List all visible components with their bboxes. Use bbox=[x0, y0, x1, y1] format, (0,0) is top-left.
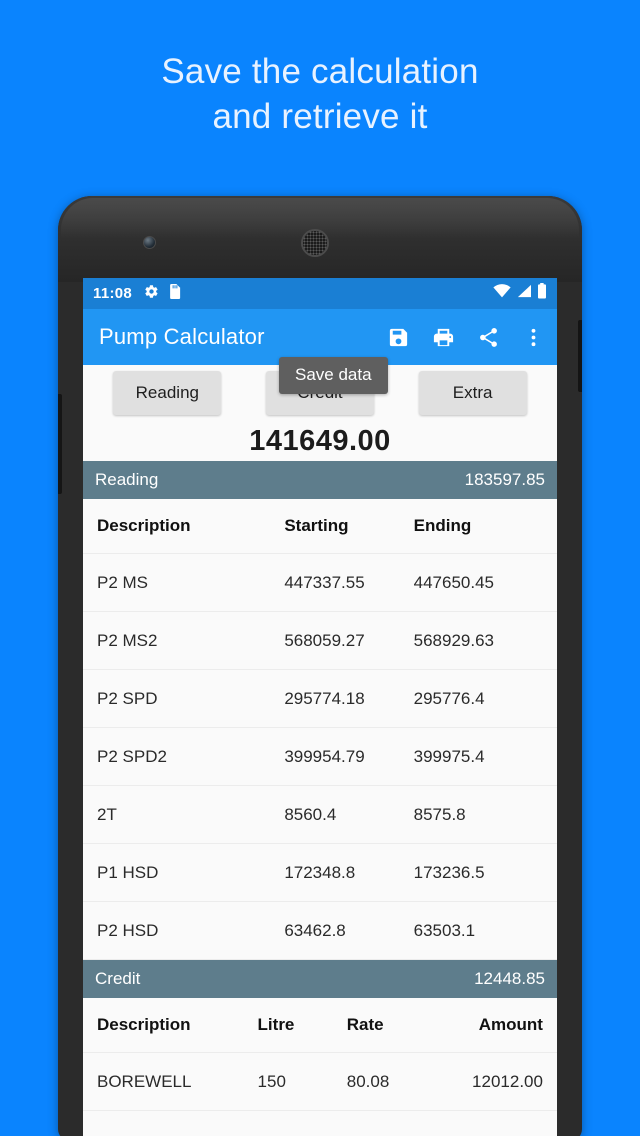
front-camera-icon bbox=[143, 236, 156, 249]
app-bar-actions bbox=[386, 325, 545, 349]
reading-table-header: Description Starting Ending bbox=[83, 499, 557, 554]
status-bar-clock: 11:08 bbox=[93, 285, 133, 302]
cell-rate: 80.08 bbox=[346, 1071, 390, 1091]
section-title-credit: Credit bbox=[95, 969, 141, 988]
volume-button[interactable] bbox=[58, 394, 62, 494]
table-row[interactable]: P2 HSD 63462.8 63503.1 bbox=[83, 902, 557, 960]
table-row[interactable]: P2 SPD2 399954.79 399975.4 bbox=[83, 728, 557, 786]
cell-ending: 568929.63 bbox=[413, 630, 495, 650]
gear-icon bbox=[144, 284, 159, 304]
column-header-description: Description bbox=[97, 1015, 191, 1034]
cell-amount: 12012.00 bbox=[472, 1071, 543, 1091]
status-bar: 11:08 bbox=[83, 278, 557, 309]
print-icon[interactable] bbox=[431, 325, 455, 349]
section-header-reading[interactable]: Reading 183597.85 bbox=[83, 461, 557, 499]
tab-reading[interactable]: Reading bbox=[113, 371, 222, 415]
cell-starting: 172348.8 bbox=[284, 862, 356, 882]
share-icon[interactable] bbox=[476, 325, 500, 349]
table-row[interactable]: P2 MS 447337.55 447650.45 bbox=[83, 554, 557, 612]
battery-icon bbox=[537, 283, 547, 304]
cell-ending: 447650.45 bbox=[413, 572, 495, 592]
cell-description: P2 HSD bbox=[97, 920, 159, 940]
column-header-ending: Ending bbox=[413, 516, 472, 535]
section-amount-reading: 183597.85 bbox=[464, 470, 545, 489]
power-button[interactable] bbox=[578, 320, 582, 392]
cell-starting: 399954.79 bbox=[284, 746, 365, 766]
column-header-amount: Amount bbox=[478, 1015, 543, 1034]
tab-button-row: Reading Credit Extra Save data bbox=[83, 357, 557, 421]
phone-bezel-top bbox=[58, 196, 582, 282]
cell-starting: 568059.27 bbox=[284, 630, 365, 650]
section-amount-credit: 12448.85 bbox=[474, 969, 545, 988]
save-data-tooltip: Save data bbox=[279, 357, 388, 394]
column-header-description: Description bbox=[97, 516, 191, 535]
promo-headline-line2: and retrieve it bbox=[212, 96, 428, 136]
status-bar-system-icons bbox=[493, 283, 547, 304]
phone-screen: 11:08 Pump Calculator Reading Extra Save… bbox=[83, 278, 557, 1136]
cell-ending: 8575.8 bbox=[413, 804, 466, 824]
app-title: Pump Calculator bbox=[99, 324, 265, 349]
credit-table-header: Description Litre Rate Amount bbox=[83, 998, 557, 1053]
sd-card-icon bbox=[168, 283, 181, 304]
cell-starting: 63462.8 bbox=[284, 920, 346, 940]
signal-icon bbox=[516, 284, 532, 303]
table-row[interactable]: P1 HSD 172348.8 173236.5 bbox=[83, 844, 557, 902]
table-row[interactable]: P2 SPD 295774.18 295776.4 bbox=[83, 670, 557, 728]
cell-ending: 63503.1 bbox=[413, 920, 476, 940]
cell-description: BOREWELL bbox=[97, 1071, 192, 1091]
wifi-icon bbox=[493, 284, 511, 303]
save-icon[interactable] bbox=[386, 325, 410, 349]
column-header-starting: Starting bbox=[284, 516, 349, 535]
phone-mockup: 11:08 Pump Calculator Reading Extra Save… bbox=[58, 196, 582, 1136]
cell-description: P2 SPD bbox=[97, 688, 158, 708]
cell-ending: 295776.4 bbox=[413, 688, 485, 708]
status-bar-notification-icons bbox=[144, 283, 181, 304]
section-title-reading: Reading bbox=[95, 470, 159, 489]
cell-litre: 150 bbox=[257, 1071, 286, 1091]
column-header-rate: Rate bbox=[346, 1015, 384, 1034]
cell-description: P2 SPD2 bbox=[97, 746, 167, 766]
earpiece-speaker-icon bbox=[301, 229, 329, 257]
cell-description: P1 HSD bbox=[97, 862, 159, 882]
cell-starting: 295774.18 bbox=[284, 688, 365, 708]
cell-description: 2T bbox=[97, 804, 117, 824]
cell-starting: 447337.55 bbox=[284, 572, 365, 592]
promo-headline: Save the calculation and retrieve it bbox=[0, 50, 640, 140]
table-row[interactable]: P2 MS2 568059.27 568929.63 bbox=[83, 612, 557, 670]
cell-description: P2 MS2 bbox=[97, 630, 158, 650]
cell-ending: 173236.5 bbox=[413, 862, 485, 882]
table-row[interactable]: 2T 8560.4 8575.8 bbox=[83, 786, 557, 844]
promo-headline-line1: Save the calculation bbox=[161, 52, 479, 91]
cell-ending: 399975.4 bbox=[413, 746, 485, 766]
table-row[interactable]: BOREWELL 150 80.08 12012.00 bbox=[83, 1053, 557, 1111]
tab-extra[interactable]: Extra bbox=[418, 371, 527, 415]
cell-starting: 8560.4 bbox=[284, 804, 337, 824]
section-header-credit[interactable]: Credit 12448.85 bbox=[83, 960, 557, 998]
total-amount: 141649.00 bbox=[83, 421, 557, 461]
overflow-menu-icon[interactable] bbox=[521, 325, 545, 349]
column-header-litre: Litre bbox=[257, 1015, 295, 1034]
cell-description: P2 MS bbox=[97, 572, 149, 592]
